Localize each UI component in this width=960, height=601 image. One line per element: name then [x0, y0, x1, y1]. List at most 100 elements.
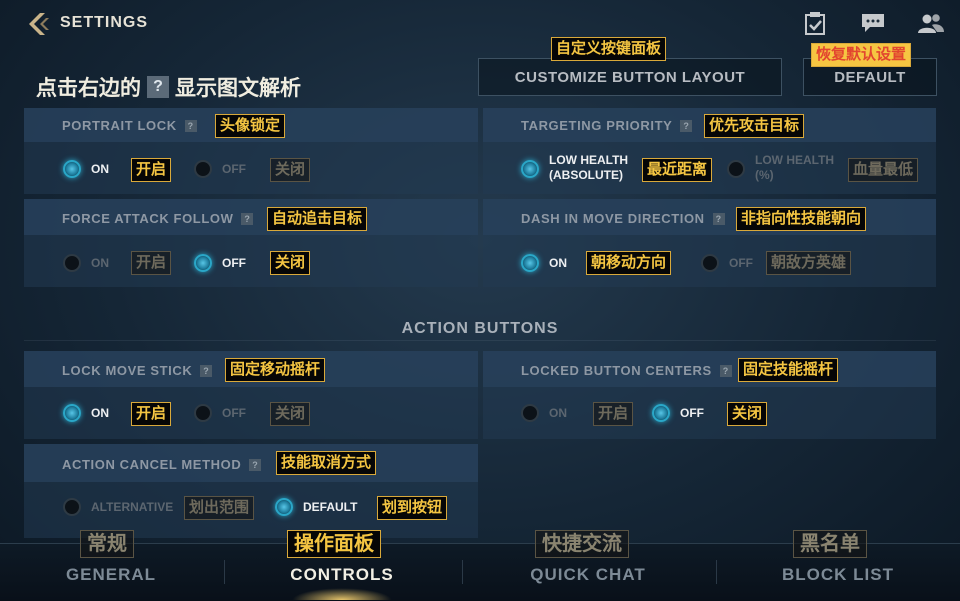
hint-text: 点击右边的	[36, 77, 141, 100]
locked-button-centers-on-annotation: 开启	[593, 402, 634, 426]
targeting-low-health-percent-radio[interactable]	[727, 160, 745, 178]
action-cancel-alternative-radio[interactable]	[63, 498, 81, 516]
action-cancel-default-annotation: 划到按钮	[377, 496, 448, 520]
targeting-opt1-line1: LOW HEALTH	[549, 153, 629, 167]
checklist-icon[interactable]	[804, 12, 830, 36]
dash-on-annotation: 朝移动方向	[586, 251, 672, 275]
help-icon[interactable]: ?	[184, 119, 197, 132]
nav-divider	[224, 560, 225, 584]
help-icon[interactable]: ?	[200, 364, 213, 377]
targeting-low-health-absolute-radio[interactable]	[521, 160, 539, 178]
portrait-lock-off-label: OFF	[222, 162, 246, 176]
dash-in-move-direction-title: DASH IN MOVE DIRECTION?	[521, 211, 725, 226]
lock-move-stick-off-label: OFF	[222, 406, 246, 420]
lock-move-stick-title: LOCK MOVE STICK?	[62, 363, 213, 378]
locked-button-centers-annotation: 固定技能摇杆	[738, 358, 839, 382]
portrait-lock-off-annotation: 关闭	[270, 158, 311, 182]
dash-in-move-direction-annotation: 非指向性技能朝向	[736, 207, 867, 231]
targeting-opt1-line2: (ABSOLUTE)	[549, 168, 623, 182]
action-cancel-method-annotation: 技能取消方式	[276, 451, 377, 475]
force-attack-follow-off-label: OFF	[222, 256, 246, 270]
lock-move-stick-title-text: LOCK MOVE STICK	[62, 363, 193, 378]
force-attack-follow-on-label: ON	[91, 256, 109, 270]
help-icon[interactable]: ?	[680, 119, 693, 132]
tab-block-list[interactable]: BLOCK LIST	[760, 565, 916, 585]
targeting-opt1-annotation: 最近距离	[642, 158, 713, 182]
action-cancel-method-title-text: ACTION CANCEL METHOD	[62, 457, 242, 472]
force-attack-follow-title: FORCE ATTACK FOLLOW?	[62, 211, 254, 226]
lock-move-stick-on-label: ON	[91, 406, 109, 420]
portrait-lock-title: PORTRAIT LOCK?	[62, 118, 197, 133]
targeting-priority-title: TARGETING PRIORITY?	[521, 118, 693, 133]
locked-button-centers-off-annotation: 关闭	[727, 402, 768, 426]
lock-move-stick-on-annotation: 开启	[131, 402, 172, 426]
force-attack-follow-annotation: 自动追击目标	[267, 207, 368, 231]
targeting-opt2-label: LOW HEALTH (%)	[755, 153, 834, 183]
lock-move-stick-on-radio[interactable]	[63, 404, 81, 422]
lock-move-stick-off-radio[interactable]	[194, 404, 212, 422]
tab-quick-chat[interactable]: QUICK CHAT	[502, 565, 674, 585]
help-icon[interactable]: ?	[712, 212, 725, 225]
targeting-opt1-label: LOW HEALTH (ABSOLUTE)	[549, 153, 628, 183]
lock-move-stick-annotation: 固定移动摇杆	[225, 358, 326, 382]
default-button-annotation: 恢复默认设置	[811, 43, 912, 67]
friends-icon[interactable]	[918, 12, 944, 36]
action-cancel-default-label: DEFAULT	[303, 500, 358, 514]
portrait-lock-on-annotation: 开启	[131, 158, 172, 182]
locked-button-centers-title-text: LOCKED BUTTON CENTERS	[521, 363, 712, 378]
tab-controls-annotation: 操作面板	[287, 530, 381, 558]
hint-line: 点击右边的 ? 显示图文解析	[36, 72, 301, 102]
customize-button-annotation: 自定义按键面板	[551, 37, 667, 61]
help-icon[interactable]: ?	[249, 458, 262, 471]
locked-button-centers-on-label: ON	[549, 406, 567, 420]
customize-button-label: CUSTOMIZE BUTTON LAYOUT	[514, 68, 746, 86]
locked-button-centers-off-label: OFF	[680, 406, 704, 420]
active-tab-indicator	[292, 588, 392, 600]
dash-on-radio[interactable]	[521, 254, 539, 272]
action-cancel-alternative-label: ALTERNATIVE	[91, 500, 174, 514]
locked-button-centers-title: LOCKED BUTTON CENTERS?	[521, 363, 732, 378]
tab-quick-chat-annotation: 快捷交流	[535, 530, 629, 558]
tab-controls[interactable]: CONTROLS	[262, 565, 422, 585]
targeting-opt2-annotation: 血量最低	[848, 158, 919, 182]
back-button[interactable]	[24, 10, 54, 38]
targeting-opt2-line2: (%)	[755, 168, 774, 182]
force-attack-follow-on-radio[interactable]	[63, 254, 81, 272]
dash-off-radio[interactable]	[701, 254, 719, 272]
targeting-priority-annotation: 优先攻击目标	[704, 114, 805, 138]
dash-off-annotation: 朝敌方英雄	[766, 251, 852, 275]
lock-move-stick-off-annotation: 关闭	[270, 402, 311, 426]
targeting-priority-title-text: TARGETING PRIORITY	[521, 118, 673, 133]
dash-on-label: ON	[549, 256, 567, 270]
portrait-lock-off-radio[interactable]	[194, 160, 212, 178]
chat-icon[interactable]	[861, 12, 887, 36]
targeting-opt2-line1: LOW HEALTH	[755, 153, 835, 167]
force-attack-follow-title-text: FORCE ATTACK FOLLOW	[62, 211, 234, 226]
nav-divider	[716, 560, 717, 584]
section-title-action-buttons: ACTION BUTTONS	[401, 320, 559, 337]
tab-block-list-annotation: 黑名单	[793, 530, 867, 558]
force-attack-follow-off-annotation: 关闭	[270, 251, 311, 275]
portrait-lock-on-radio[interactable]	[63, 160, 81, 178]
nav-divider	[462, 560, 463, 584]
portrait-lock-annotation: 头像锁定	[215, 114, 286, 138]
action-cancel-method-title: ACTION CANCEL METHOD?	[62, 457, 262, 472]
force-attack-follow-off-radio[interactable]	[194, 254, 212, 272]
locked-button-centers-on-radio[interactable]	[521, 404, 539, 422]
action-cancel-alternative-annotation: 划出范围	[184, 496, 255, 520]
customize-button-layout-button[interactable]: CUSTOMIZE BUTTON LAYOUT	[478, 58, 782, 96]
page-title: SETTINGS	[60, 14, 149, 31]
help-icon[interactable]: ?	[719, 364, 732, 377]
locked-button-centers-off-radio[interactable]	[652, 404, 670, 422]
portrait-lock-title-text: PORTRAIT LOCK	[62, 118, 177, 133]
help-icon[interactable]: ?	[241, 212, 254, 225]
force-attack-follow-on-annotation: 开启	[131, 251, 172, 275]
section-divider	[24, 340, 936, 341]
action-cancel-default-radio[interactable]	[275, 498, 293, 516]
back-chevron-icon	[29, 13, 49, 35]
dash-off-label: OFF	[729, 256, 753, 270]
hint-text-after: 显示图文解析	[175, 77, 301, 100]
tab-general[interactable]: GENERAL	[40, 565, 182, 585]
portrait-lock-on-label: ON	[91, 162, 109, 176]
tab-general-annotation: 常规	[80, 530, 134, 558]
